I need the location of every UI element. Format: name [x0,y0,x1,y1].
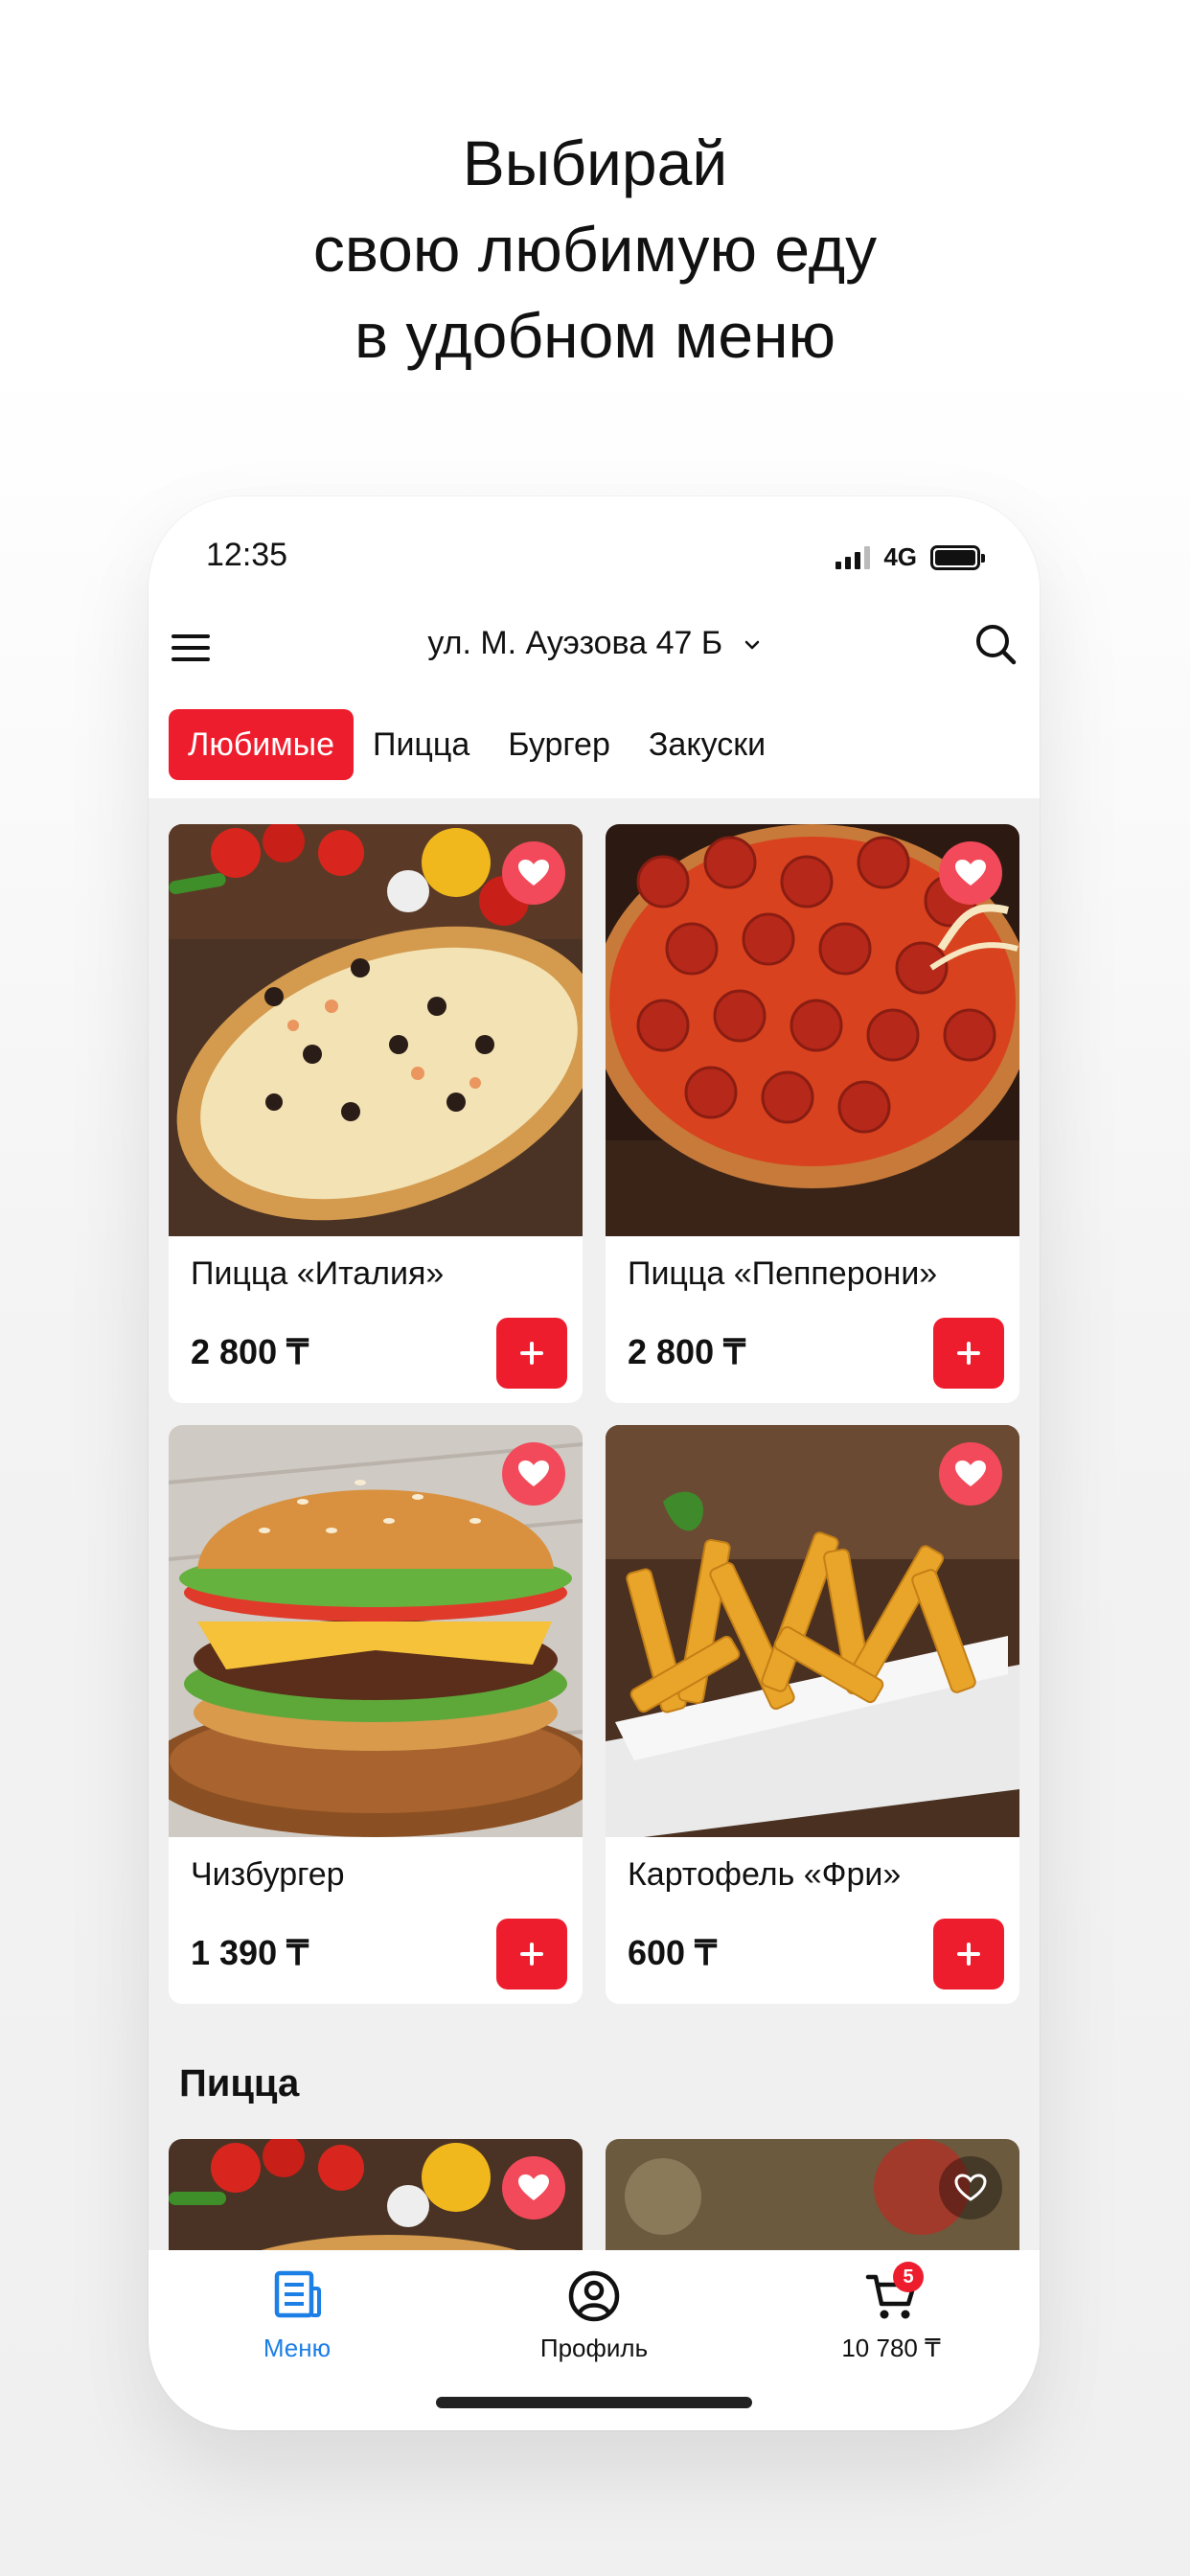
cart-total: 10 780 ₸ [841,2334,941,2362]
address-selector[interactable]: ул. М. Ауэзова 47 Б [149,625,1040,662]
favorite-button[interactable] [502,841,565,905]
promo-line-2: свою любимую еду [312,214,878,285]
favorite-button[interactable] [502,1442,565,1506]
status-indicators: 4G [835,542,985,572]
product-card[interactable]: Чизбургер 1 390 ₸ [169,1425,583,2004]
favorite-button[interactable] [502,2156,565,2220]
heart-outline-icon [954,2174,987,2201]
product-name: Пицца «Италия» [191,1255,445,1292]
plus-icon [520,1342,543,1365]
tab-profile[interactable]: Профиль [498,2269,690,2363]
document-icon [274,2270,321,2318]
heart-icon [518,2174,549,2200]
add-to-cart-button[interactable] [496,1318,567,1389]
category-tabs: Любимые Пицца Бургер Закуски [169,709,785,780]
network-type: 4G [883,542,917,571]
favorite-button[interactable] [939,1442,1002,1506]
promo-line-1: Выбирай [462,127,728,198]
promo-headline: Выбирай свою любимую еду в удобном меню [0,120,1190,379]
tab-pizza[interactable]: Пицца [354,709,489,780]
product-name: Картофель «Фри» [628,1856,902,1893]
add-to-cart-button[interactable] [496,1919,567,1990]
favorite-button[interactable] [939,2156,1002,2220]
chevron-down-icon [744,640,759,650]
tab-favorites[interactable]: Любимые [169,709,354,780]
product-card[interactable]: Картофель «Фри» 600 ₸ [606,1425,1019,2004]
address-label: ул. М. Ауэзова 47 Б [427,625,723,661]
bottom-tab-bar: Меню Профиль 5 10 780 ₸ [149,2250,1040,2430]
add-to-cart-button[interactable] [933,1919,1004,1990]
favorite-button[interactable] [939,841,1002,905]
tab-menu[interactable]: Меню [201,2269,393,2363]
plus-icon [957,1943,980,1966]
heart-icon [955,860,986,886]
tab-cart[interactable]: 5 10 780 ₸ [795,2262,987,2363]
add-to-cart-button[interactable] [933,1318,1004,1389]
home-indicator[interactable] [436,2397,752,2408]
tab-burger[interactable]: Бургер [489,709,629,780]
plus-icon [957,1342,980,1365]
heart-icon [518,860,549,886]
signal-icon [835,545,871,569]
promo-line-3: в удобном меню [354,300,836,371]
battery-icon [930,544,985,570]
heart-icon [518,1460,549,1486]
product-card[interactable]: Пицца «Италия» 2 800 ₸ [169,824,583,1403]
product-price: 2 800 ₸ [191,1332,309,1371]
search-icon[interactable] [973,621,1018,667]
product-name: Чизбургер [191,1856,345,1893]
product-price: 600 ₸ [628,1933,717,1972]
cart-count-badge: 5 [893,2262,924,2292]
product-price: 1 390 ₸ [191,1933,309,1972]
tab-menu-label: Меню [263,2334,332,2362]
product-name: Пицца «Пепперони» [628,1255,938,1292]
profile-icon [568,2270,620,2322]
tab-snacks[interactable]: Закуски [629,709,785,780]
heart-icon [955,1460,986,1486]
product-card[interactable]: Пицца «Пепперони» 2 800 ₸ [606,824,1019,1403]
product-price: 2 800 ₸ [628,1332,745,1371]
plus-icon [520,1943,543,1966]
status-time: 12:35 [206,537,288,573]
phone-frame: 12:35 4G ул. М. Ауэзова 47 Б Любимые Пиц… [149,496,1040,2430]
tab-profile-label: Профиль [539,2334,649,2362]
section-title: Пицца [179,2062,300,2104]
